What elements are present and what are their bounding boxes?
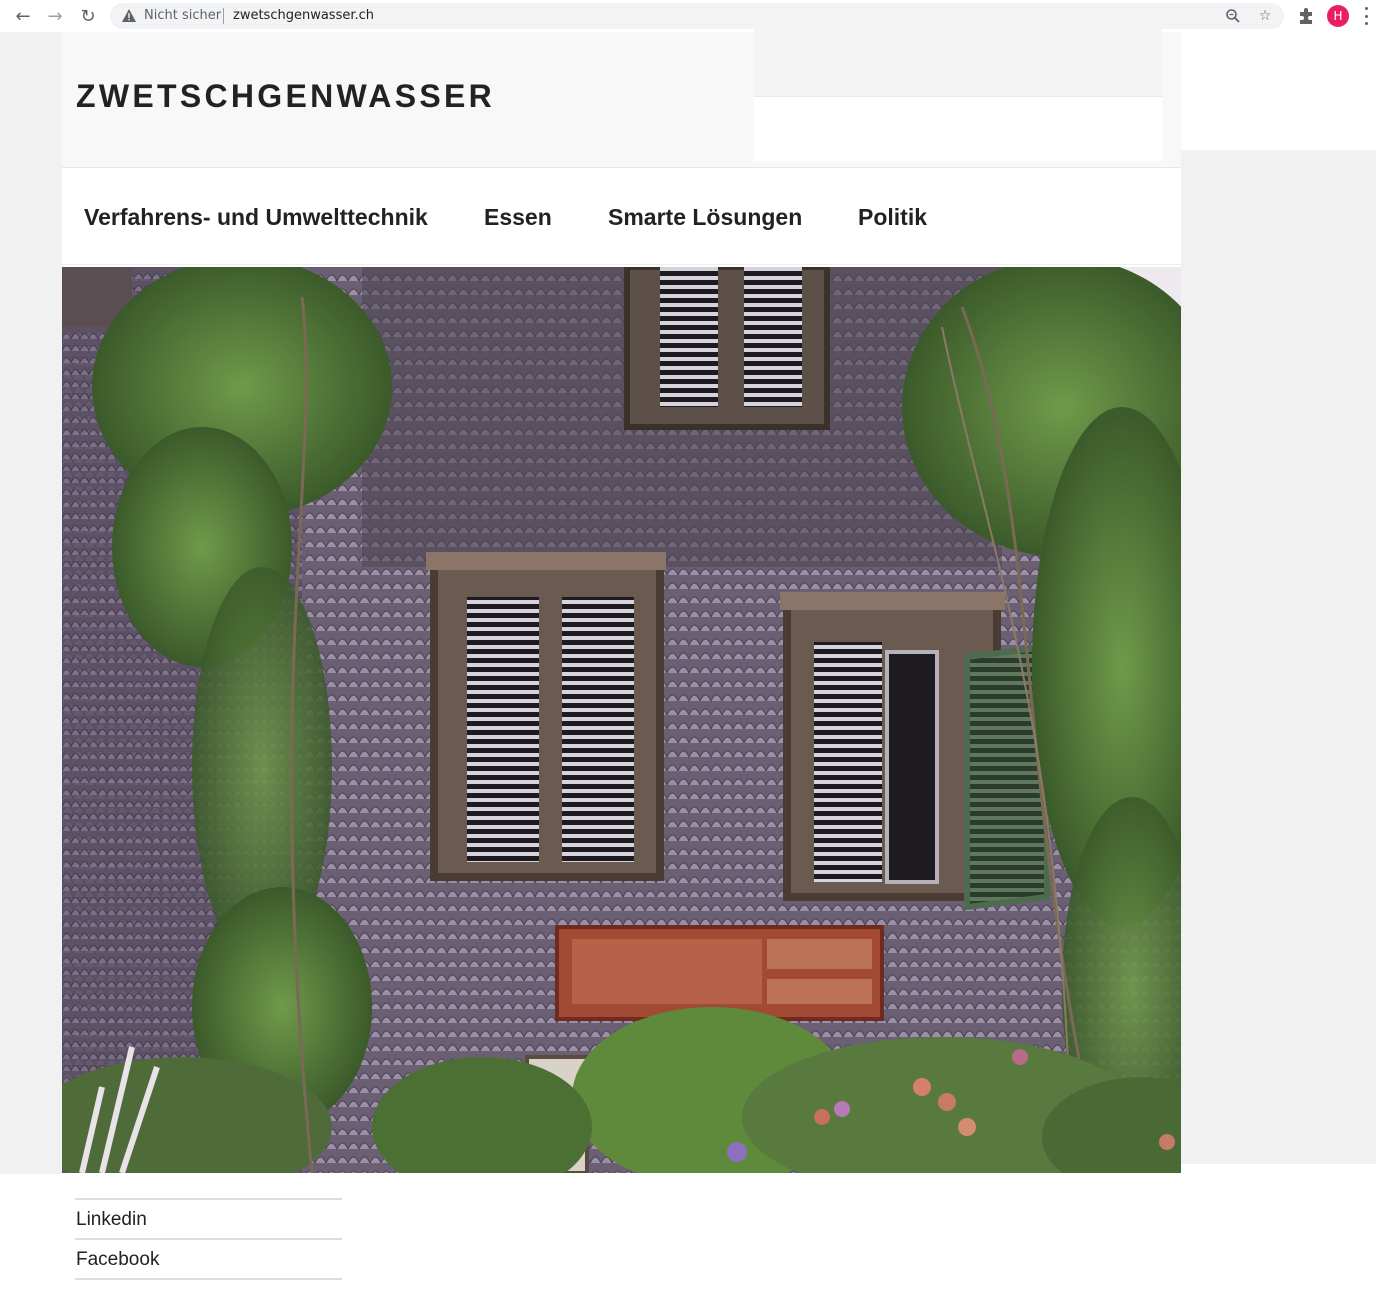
zoom-icon[interactable] xyxy=(1225,8,1241,24)
page-background-right xyxy=(1181,150,1376,1164)
url-text[interactable]: zwetschgenwasser.ch xyxy=(233,8,374,23)
profile-avatar[interactable]: H xyxy=(1327,5,1349,27)
browser-toolbar: ← → ↻ Nicht sicher zwetschgenwasser.ch ☆… xyxy=(0,0,1376,32)
nav-item-politik[interactable]: Politik xyxy=(858,204,927,231)
nav-item-essen[interactable]: Essen xyxy=(484,204,552,231)
kebab-menu-icon[interactable] xyxy=(1363,7,1369,25)
reload-icon[interactable]: ↻ xyxy=(76,4,100,28)
extensions-icon[interactable] xyxy=(1296,6,1316,26)
security-label[interactable]: Nicht sicher xyxy=(144,8,221,23)
nav-item-verfahrenstechnik[interactable]: Verfahrens- und Umwelttechnik xyxy=(84,204,428,231)
social-link-linkedin[interactable]: Linkedin xyxy=(76,1209,147,1231)
back-arrow-icon[interactable]: ← xyxy=(11,4,35,28)
ad-placeholder-top xyxy=(754,8,1162,97)
warning-icon xyxy=(122,9,136,22)
main-navigation: Verfahrens- und Umwelttechnik Essen Smar… xyxy=(62,168,1181,265)
star-icon[interactable]: ☆ xyxy=(1257,8,1273,24)
nav-item-smarte-loesungen[interactable]: Smarte Lösungen xyxy=(608,204,802,231)
ad-placeholder-bottom xyxy=(754,97,1162,161)
social-item: Facebook xyxy=(75,1238,342,1280)
hero-image xyxy=(62,267,1181,1173)
social-item: Linkedin xyxy=(75,1198,342,1238)
url-separator xyxy=(223,8,224,24)
site-title[interactable]: ZWETSCHGENWASSER xyxy=(76,78,495,115)
social-link-facebook[interactable]: Facebook xyxy=(76,1249,159,1271)
social-menu: Linkedin Facebook xyxy=(75,1198,342,1280)
forward-arrow-icon[interactable]: → xyxy=(43,4,67,28)
page-background-left xyxy=(0,32,62,1174)
